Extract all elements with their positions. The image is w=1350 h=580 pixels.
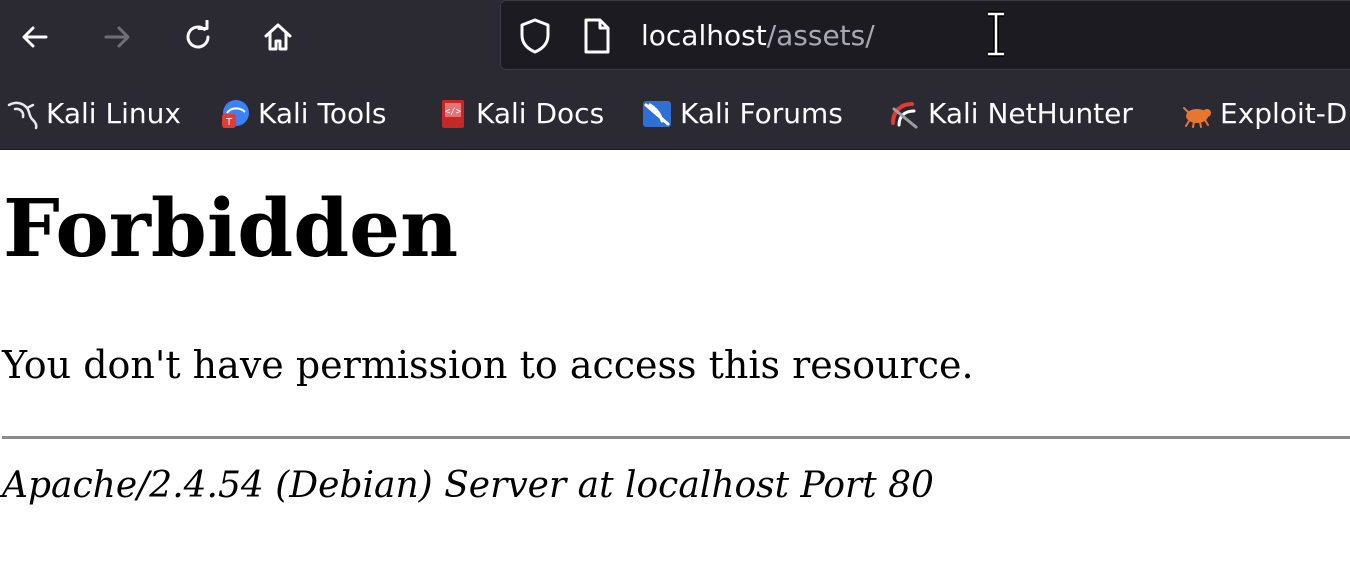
text-cursor-icon [988, 11, 1004, 57]
page-content: Forbidden You don't have permission to a… [0, 150, 1350, 580]
bookmarks-bar: Kali Linux T Kali Tools </> Kali Docs Ka… [0, 78, 1350, 150]
reload-icon [186, 20, 210, 49]
url-host: localhost [641, 19, 767, 52]
svg-text:T: T [225, 117, 233, 128]
kali-dragon-icon [6, 97, 40, 131]
server-signature: Apache/2.4.54 (Debian) Server at localho… [2, 465, 934, 506]
bookmark-kali-linux[interactable]: Kali Linux [6, 92, 181, 136]
kali-forums-icon [640, 97, 674, 131]
kali-nethunter-icon [888, 97, 922, 131]
bookmark-label: Kali Docs [476, 97, 605, 130]
error-message: You don't have permission to access this… [2, 343, 974, 387]
bookmark-kali-forums[interactable]: Kali Forums [640, 92, 843, 136]
home-button[interactable] [254, 13, 302, 61]
page-icon[interactable] [581, 17, 613, 55]
bookmark-label: Kali Tools [258, 97, 387, 130]
kali-tools-icon: T [218, 97, 252, 131]
svg-text:</>: </> [445, 107, 462, 117]
arrow-right-icon [104, 26, 130, 48]
horizontal-rule [2, 436, 1350, 439]
url-text[interactable]: localhost/assets/ [641, 16, 875, 56]
url-path: /assets/ [766, 19, 875, 52]
forward-button[interactable] [93, 13, 141, 61]
page-title: Forbidden [3, 181, 459, 275]
bookmark-kali-nethunter[interactable]: Kali NetHunter [888, 92, 1133, 136]
home-icon [264, 23, 292, 51]
exploit-db-icon [1180, 97, 1214, 131]
navigation-toolbar: localhost/assets/ [0, 0, 1350, 78]
back-button[interactable] [11, 13, 59, 61]
shield-icon[interactable] [517, 17, 553, 55]
bookmark-label: Kali Linux [46, 97, 181, 130]
kali-docs-icon: </> [436, 97, 470, 131]
bookmark-label: Kali NetHunter [928, 97, 1133, 130]
bookmark-label: Exploit-DB [1220, 97, 1350, 130]
bookmark-exploit-db[interactable]: Exploit-DB [1180, 92, 1350, 136]
address-bar[interactable]: localhost/assets/ [500, 0, 1350, 70]
reload-button[interactable] [174, 13, 222, 61]
arrow-left-icon [22, 26, 48, 48]
bookmark-kali-tools[interactable]: T Kali Tools [218, 92, 386, 136]
browser-window: localhost/assets/ Kali Linux T Kali Tool… [0, 0, 1350, 580]
bookmark-kali-docs[interactable]: </> Kali Docs [436, 92, 604, 136]
bookmark-label: Kali Forums [680, 97, 843, 130]
